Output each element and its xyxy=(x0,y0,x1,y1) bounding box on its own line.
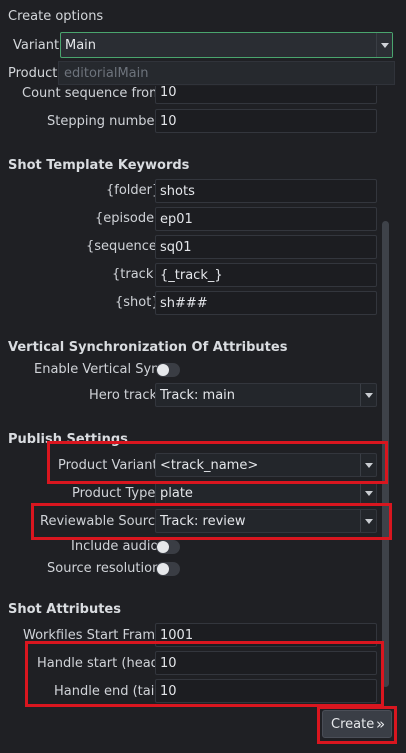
hero-track-combobox[interactable]: Track: main xyxy=(155,383,377,407)
track-input[interactable]: {_track_} xyxy=(155,263,377,287)
chevrons-right-icon: » xyxy=(376,715,386,733)
product-field: editorialMain xyxy=(58,61,395,85)
stepping-number-value: 10 xyxy=(160,114,177,129)
count-sequence-input[interactable]: 10 xyxy=(155,86,377,104)
shot-label: {shot} xyxy=(115,295,160,310)
shot-template-heading: Shot Template Keywords xyxy=(8,158,190,173)
folder-input[interactable]: shots xyxy=(155,179,377,203)
vertical-scrollbar[interactable] xyxy=(381,90,391,702)
sequence-value: sq01 xyxy=(160,240,192,255)
product-value: editorialMain xyxy=(64,66,149,81)
source-resolution-label: Source resolution xyxy=(47,561,161,576)
episode-value: ep01 xyxy=(160,212,193,227)
highlight-handles xyxy=(25,641,384,707)
variant-label: Variant xyxy=(13,38,60,53)
sequence-label: {sequence} xyxy=(86,239,166,254)
product-type-combobox[interactable]: plate xyxy=(155,481,377,505)
chevron-down-icon[interactable] xyxy=(360,482,376,504)
stepping-number-input[interactable]: 10 xyxy=(155,109,377,133)
enable-vertical-sync-toggle[interactable] xyxy=(156,363,180,377)
create-button-label: Create xyxy=(331,717,375,732)
folder-value: shots xyxy=(160,184,195,199)
product-label: Product xyxy=(8,66,58,81)
count-sequence-label: Count sequence from xyxy=(22,86,162,101)
sequence-input[interactable]: sq01 xyxy=(155,235,377,259)
include-audio-toggle[interactable] xyxy=(156,540,180,554)
product-type-label: Product Type xyxy=(72,486,156,501)
product-type-value: plate xyxy=(160,486,193,501)
create-button[interactable]: Create » xyxy=(322,710,392,738)
enable-vertical-sync-label: Enable Vertical Sync xyxy=(34,362,167,377)
track-value: {_track_} xyxy=(160,268,223,283)
chevron-down-icon[interactable] xyxy=(360,384,376,406)
variant-value: Main xyxy=(65,38,97,53)
episode-label: {episode} xyxy=(95,211,163,226)
highlight-product-variant xyxy=(47,441,388,484)
hero-track-label: Hero track xyxy=(89,388,158,403)
options-scroll-panel[interactable]: Count sequence from 10 Stepping number 1… xyxy=(0,86,391,706)
vertical-sync-heading: Vertical Synchronization Of Attributes xyxy=(8,340,288,355)
shot-input[interactable]: sh### xyxy=(155,291,377,315)
folder-label: {folder} xyxy=(106,183,161,198)
create-options-title: Create options xyxy=(8,9,104,24)
episode-input[interactable]: ep01 xyxy=(155,207,377,231)
stepping-number-label: Stepping number xyxy=(47,114,160,129)
shot-value: sh### xyxy=(160,296,208,311)
variant-combobox[interactable]: Main xyxy=(60,32,393,58)
include-audio-label: Include audio xyxy=(71,539,159,554)
shot-attributes-heading: Shot Attributes xyxy=(8,602,121,617)
count-sequence-value: 10 xyxy=(160,86,177,100)
source-resolution-toggle[interactable] xyxy=(156,562,180,576)
highlight-reviewable-source xyxy=(31,503,392,540)
chevron-down-icon[interactable] xyxy=(376,33,392,57)
hero-track-value: Track: main xyxy=(160,388,236,403)
